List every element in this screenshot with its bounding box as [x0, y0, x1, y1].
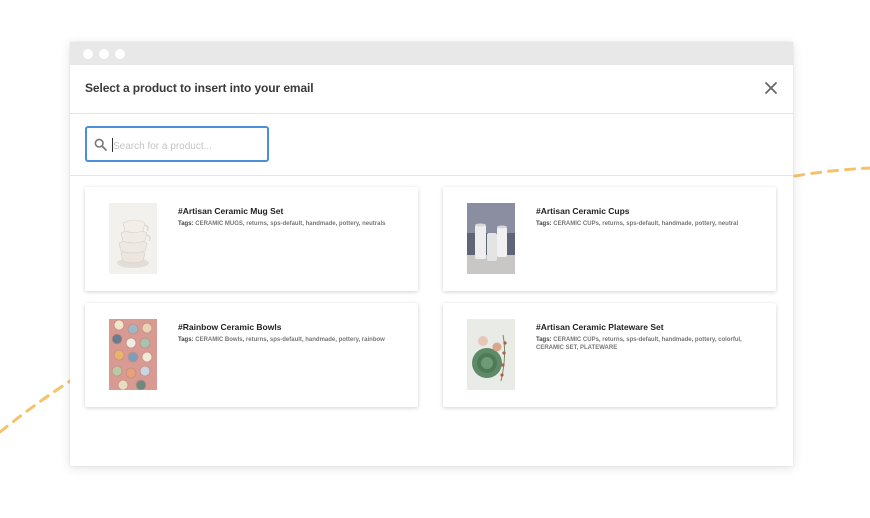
product-card[interactable]: #Artisan Ceramic Cups Tags: CERAMIC CUPs…	[443, 187, 776, 291]
product-title: #Artisan Ceramic Mug Set	[178, 206, 284, 216]
product-image-bowls	[109, 319, 157, 390]
close-icon	[765, 82, 777, 94]
window-dot-minimize	[99, 49, 109, 59]
product-tags: Tags: CERAMIC CUPs, returns, sps-default…	[536, 337, 742, 351]
window-dot-maximize	[115, 49, 125, 59]
product-image-cups	[467, 203, 515, 274]
product-card[interactable]: #Artisan Ceramic Mug Set Tags: CERAMIC M…	[85, 187, 418, 291]
product-image-plateware	[467, 319, 515, 390]
product-picker-window: Select a product to insert into your ema…	[70, 42, 793, 466]
product-title: #Artisan Ceramic Plateware Set	[536, 322, 664, 332]
product-image-mugs	[109, 203, 157, 274]
product-card[interactable]: #Artisan Ceramic Plateware Set Tags: CER…	[443, 303, 776, 407]
close-button[interactable]	[763, 80, 779, 96]
window-titlebar	[70, 42, 793, 65]
product-card[interactable]: #Rainbow Ceramic Bowls Tags: CERAMIC Bow…	[85, 303, 418, 407]
search-bar	[70, 114, 793, 176]
product-tags: Tags: CERAMIC MUGS, returns, sps-default…	[178, 221, 386, 227]
search-input[interactable]	[111, 135, 265, 157]
window-dot-close	[83, 49, 93, 59]
product-tags: Tags: CERAMIC Bowls, returns, sps-defaul…	[178, 337, 385, 343]
product-title: #Artisan Ceramic Cups	[536, 206, 630, 216]
search-box[interactable]	[85, 126, 269, 162]
modal-title: Select a product to insert into your ema…	[85, 81, 314, 95]
text-cursor	[112, 138, 113, 152]
modal-header: Select a product to insert into your ema…	[70, 65, 793, 114]
search-icon	[94, 138, 107, 151]
product-title: #Rainbow Ceramic Bowls	[178, 322, 282, 332]
product-tags: Tags: CERAMIC CUPs, returns, sps-default…	[536, 221, 739, 227]
